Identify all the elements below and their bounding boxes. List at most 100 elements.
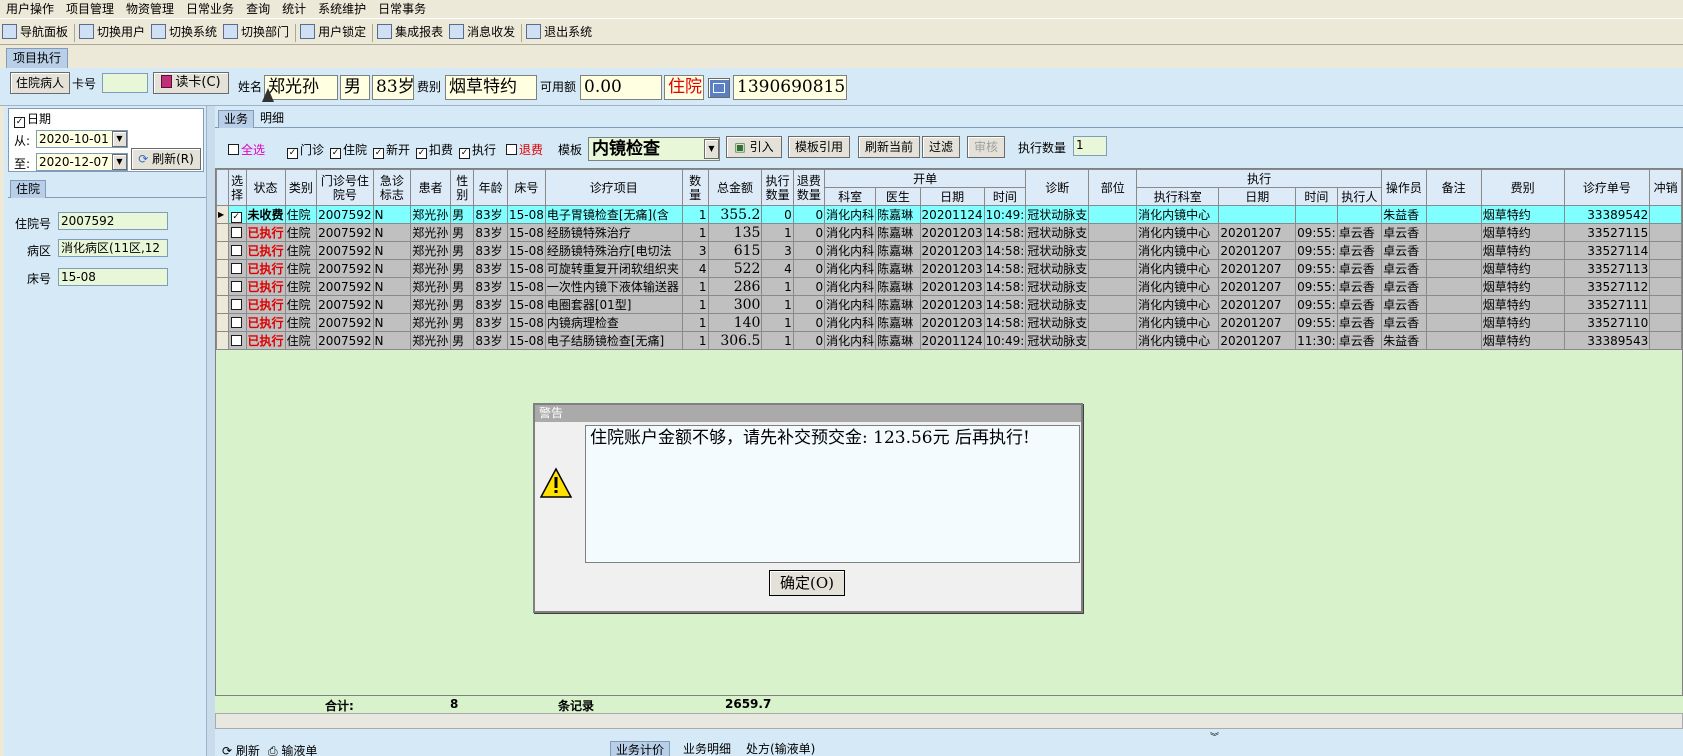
template-select[interactable]: 内镜检查 <box>588 137 720 161</box>
col-qty[interactable]: 数量 <box>681 169 709 206</box>
col-order-no[interactable]: 诊疗单号 <box>1563 169 1651 206</box>
filter-button[interactable]: 过滤 <box>922 136 961 158</box>
inpatient-button[interactable]: 住院病人 <box>10 72 70 94</box>
col-item[interactable]: 诊疗项目 <box>544 169 683 206</box>
toolbar-button[interactable]: 切换部门 <box>221 20 293 44</box>
col-sex[interactable]: 性别 <box>450 169 475 206</box>
col-exec-qty[interactable]: 执行数量 <box>761 169 794 206</box>
tab-prescription[interactable]: 处方(输液单) <box>741 741 820 756</box>
col-exec-dept[interactable]: 执行科室 <box>1136 187 1220 206</box>
col-part[interactable]: 部位 <box>1088 169 1138 206</box>
menu-item[interactable]: 项目管理 <box>60 0 120 18</box>
deduct-checkbox[interactable]: ✓ 扣费 <box>416 141 453 159</box>
menu-item[interactable]: 物资管理 <box>120 0 180 18</box>
col-exec-date[interactable]: 日期 <box>1218 187 1297 206</box>
col-clinic-no[interactable]: 门诊号住院号 <box>316 169 374 206</box>
row-checkbox[interactable] <box>230 244 242 256</box>
toolbar-button[interactable]: 集成报表 <box>375 20 447 44</box>
col-open-time[interactable]: 时间 <box>983 187 1027 206</box>
to-date-dropdown-icon[interactable]: ▼ <box>112 154 127 170</box>
tab-biz-detail[interactable]: 业务明细 <box>678 741 736 756</box>
row-checkbox[interactable] <box>230 298 242 310</box>
menu-item[interactable]: 统计 <box>276 0 312 18</box>
toolbar-button[interactable]: 导航面板 <box>0 20 72 44</box>
select-all-checkbox[interactable]: 全选 <box>228 141 265 158</box>
audit-button[interactable]: 审核 <box>967 136 1006 158</box>
table-row[interactable]: 已执行 住院 2007592 N 郑光孙男 83岁 15-08 经肠镜特殊治疗[电切法 3 615… <box>216 241 1682 260</box>
col-diagnosis[interactable]: 诊断 <box>1025 169 1090 206</box>
col-fee-type[interactable]: 费别 <box>1480 169 1565 206</box>
splitter[interactable] <box>206 106 215 756</box>
phone-icon[interactable] <box>708 78 730 98</box>
col-amount[interactable]: 总金额 <box>707 169 763 206</box>
col-patient[interactable]: 患者 <box>410 169 452 206</box>
tab-detail[interactable]: 明细 <box>255 110 289 128</box>
tab-business[interactable]: 业务 <box>218 110 255 128</box>
cell-select[interactable] <box>227 259 247 278</box>
cell-select[interactable] <box>227 277 247 296</box>
col-bed[interactable]: 床号 <box>506 169 546 206</box>
col-operator[interactable]: 操作员 <box>1381 169 1427 206</box>
table-row[interactable]: 已执行 住院 2007592 N 郑光孙男 83岁 15-08 内镜病理检查 1 140 1 0 消化内… <box>216 313 1682 332</box>
cell-select[interactable] <box>227 313 247 332</box>
col-offset[interactable]: 冲销 <box>1649 169 1682 206</box>
bottom-print-button[interactable]: ⎙ 输液单 <box>268 742 317 756</box>
col-open-date[interactable]: 日期 <box>919 187 985 206</box>
outpatient-checkbox[interactable]: ✓ 门诊 <box>287 141 324 159</box>
row-checkbox[interactable] <box>230 334 242 346</box>
row-checkbox[interactable] <box>230 262 242 274</box>
row-checkbox[interactable]: ✓ <box>230 212 242 223</box>
exec-qty-input[interactable]: 1 <box>1073 136 1107 156</box>
toolbar-button[interactable]: 消息收发 <box>447 20 519 44</box>
refund-checkbox[interactable]: 退费 <box>506 141 543 158</box>
table-row[interactable]: ▶ ✓ 未收费 住院 2007592 N 郑光孙男 83岁 15-08 电子胃镜检查[无痛](含 1… <box>216 205 1682 224</box>
toolbar-button[interactable]: 用户锁定 <box>298 20 370 44</box>
menu-item[interactable]: 用户操作 <box>0 0 60 18</box>
cell-select[interactable] <box>227 223 247 242</box>
col-age[interactable]: 年龄 <box>473 169 508 206</box>
menu-item[interactable]: 系统维护 <box>312 0 372 18</box>
row-checkbox[interactable] <box>230 226 242 238</box>
col-remark[interactable]: 备注 <box>1425 169 1482 206</box>
table-row[interactable]: 已执行 住院 2007592 N 郑光孙男 83岁 15-08 一次性内镜下液体输送器 1 286… <box>216 277 1682 296</box>
col-urgent[interactable]: 急诊标志 <box>372 169 412 206</box>
table-row[interactable]: 已执行 住院 2007592 N 郑光孙男 83岁 15-08 电圈套器[01型] 1 300 1 0… <box>216 295 1682 314</box>
table-row[interactable]: 已执行 住院 2007592 N 郑光孙男 83岁 15-08 电子结肠镜检查[无痛] 1 306… <box>216 331 1682 350</box>
tab-biz-pricing[interactable]: 业务计价 <box>610 741 671 756</box>
col-open-doctor[interactable]: 医生 <box>875 187 921 206</box>
toolbar-button[interactable]: 退出系统 <box>524 20 596 44</box>
date-checkbox[interactable]: ✓ 日期 <box>14 110 51 128</box>
col-exec-time[interactable]: 时间 <box>1295 187 1338 206</box>
card-input[interactable] <box>102 73 148 93</box>
refresh-button[interactable]: ⟳ 刷新(R) <box>131 148 201 170</box>
cell-select[interactable]: ✓ <box>227 205 247 224</box>
tab-project-execute[interactable]: 项目执行 <box>6 48 68 68</box>
from-date-dropdown-icon[interactable]: ▼ <box>112 131 127 147</box>
refresh-current-button[interactable]: 刷新当前 <box>858 136 921 158</box>
tab-inpatient[interactable]: 住院 <box>10 180 47 198</box>
col-executor[interactable]: 执行人 <box>1336 187 1383 206</box>
template-dropdown-icon[interactable]: ▼ <box>704 139 719 159</box>
read-card-button[interactable]: 读卡(C) <box>153 72 229 94</box>
col-type[interactable]: 类别 <box>284 169 318 206</box>
menu-item[interactable]: 日常业务 <box>180 0 240 18</box>
import-button[interactable]: ▣ 引入 <box>726 136 782 158</box>
horizontal-scrollbar[interactable] <box>215 713 1683 729</box>
cell-select[interactable] <box>227 295 247 314</box>
menu-item[interactable]: 日常事务 <box>372 0 432 18</box>
col-status[interactable]: 状态 <box>245 169 286 206</box>
col-open-dept[interactable]: 科室 <box>824 187 877 206</box>
execute-checkbox[interactable]: ✓ 执行 <box>459 141 496 159</box>
menu-item[interactable]: 查询 <box>240 0 276 18</box>
bottom-refresh-button[interactable]: ⟳ 刷新 <box>222 742 260 756</box>
row-checkbox[interactable] <box>230 316 242 328</box>
ok-button[interactable]: 确定(O) <box>769 570 845 596</box>
toolbar-button[interactable]: 切换用户 <box>77 20 149 44</box>
col-refund-qty[interactable]: 退费数量 <box>792 169 826 206</box>
row-checkbox[interactable] <box>230 280 242 292</box>
template-ref-button[interactable]: 模板引用 <box>788 136 851 158</box>
new-open-checkbox[interactable]: ✓ 新开 <box>373 141 410 159</box>
cell-select[interactable] <box>227 241 247 260</box>
cell-select[interactable] <box>227 331 247 350</box>
toolbar-button[interactable]: 切换系统 <box>149 20 221 44</box>
